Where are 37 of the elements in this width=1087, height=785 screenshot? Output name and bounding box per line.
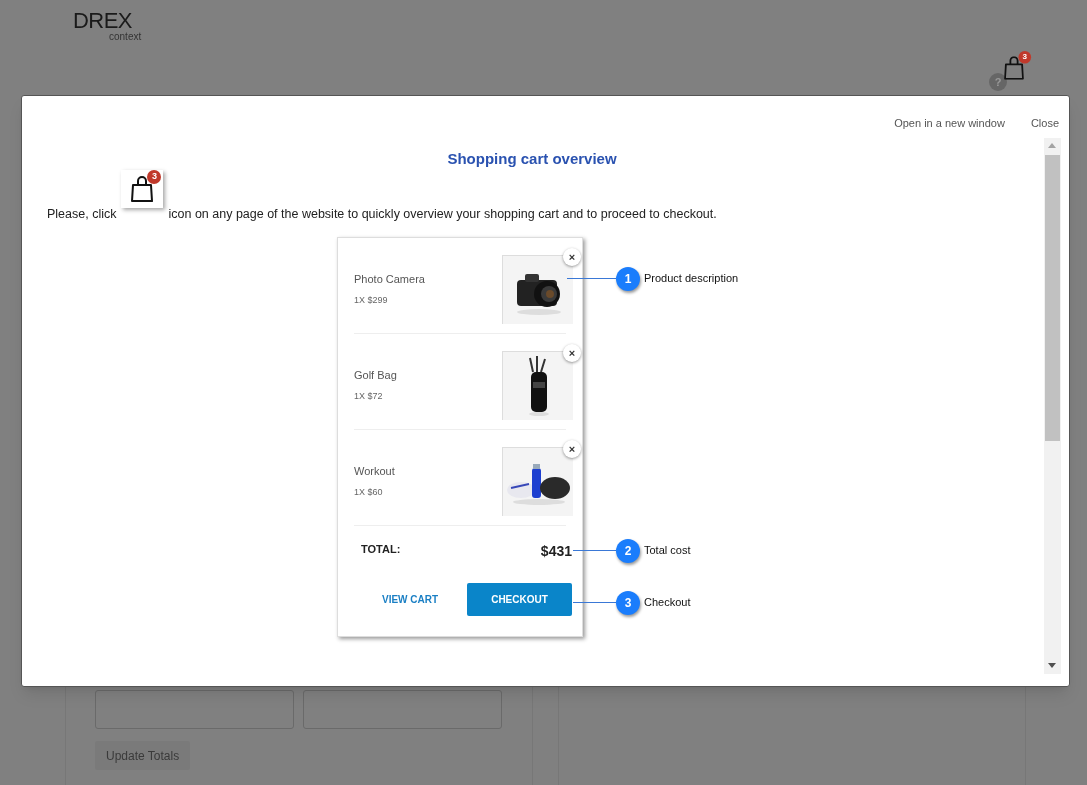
logo-tagline: context	[109, 32, 142, 42]
remove-button[interactable]: ×	[563, 247, 581, 266]
modal-link[interactable]: Open in a new window	[894, 115, 1005, 132]
modal-title: Shopping cart overview	[447, 149, 617, 167]
callout-number: 3	[616, 590, 640, 615]
product-price: 1X $72	[354, 390, 384, 403]
remove-button[interactable]: ×	[563, 439, 581, 458]
total-label: TOTAL:	[361, 542, 401, 558]
leader-line	[573, 550, 616, 551]
intro-text: Please, click	[47, 205, 117, 223]
product-name[interactable]: Workout	[354, 462, 395, 479]
intro-text: icon on any page of the website to quickly overview your shopping cart and to proceed to checkout.	[168, 205, 717, 223]
callout-label: Checkout	[644, 595, 691, 611]
product-price: 1X $299	[354, 294, 389, 307]
callout-label: Total cost	[644, 543, 691, 559]
remove-button[interactable]: ×	[563, 343, 581, 362]
total-amount: $431	[540, 542, 572, 561]
cart-count-badge: 3	[1018, 50, 1032, 64]
product-name[interactable]: Photo Camera	[354, 270, 425, 287]
product-name[interactable]: Golf Bag	[354, 366, 397, 383]
callout-number: 2	[616, 538, 640, 563]
scrollbar[interactable]	[1044, 138, 1061, 674]
callout-label: Product description	[644, 271, 739, 287]
leader-line	[567, 278, 616, 279]
logo-name[interactable]: DREX	[73, 10, 142, 32]
callout-number: 1	[616, 266, 640, 291]
shopping-bag-icon[interactable]	[131, 175, 154, 202]
leader-line	[573, 602, 616, 603]
input-field[interactable]	[95, 690, 294, 729]
scroll-up-icon[interactable]	[1048, 143, 1056, 148]
input-field[interactable]	[303, 690, 502, 729]
scroll-down-icon[interactable]	[1048, 663, 1056, 668]
product-price: 1X $60	[354, 486, 384, 499]
checkout-button[interactable]: CHECKOUT	[467, 582, 572, 616]
modal-link[interactable]: Close	[1030, 115, 1059, 132]
view-cart-link[interactable]: VIEW CART	[382, 591, 439, 607]
cart-count-badge: 3	[147, 169, 162, 184]
